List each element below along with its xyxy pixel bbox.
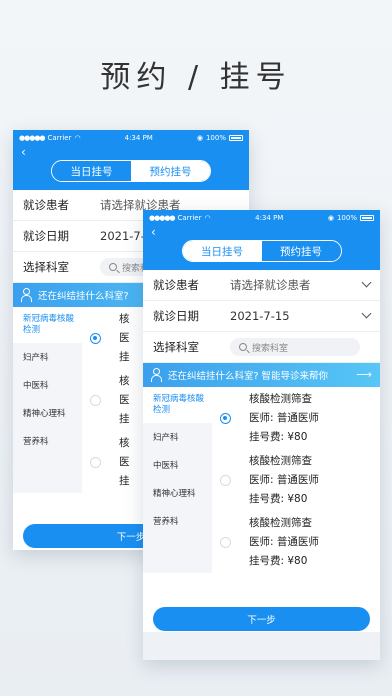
doctor-fee-fragment: 挂 [119, 474, 130, 487]
search-placeholder: 搜索科室 [252, 343, 289, 354]
search-icon [109, 263, 117, 271]
patient-label: 就诊患者 [153, 278, 199, 292]
doctor-title-fragment: 医 [119, 455, 130, 468]
dept-item[interactable]: 妇产科 [13, 343, 82, 371]
date-row[interactable]: 就诊日期 2021-7-15 [143, 301, 380, 332]
bottom-tray [143, 632, 380, 660]
header-bar: ●●●●● Carrier ◠ 4:34 PM ◉ 100% ‹ 当日挂号 预约… [13, 130, 249, 190]
dept-sidebar: 新冠病毒核酸检测 妇产科 中医科 精神心理科 营养科 [143, 387, 212, 573]
dept-item[interactable]: 中医科 [143, 451, 212, 479]
back-icon[interactable]: ‹ [151, 225, 156, 239]
wifi-icon: ◠ [74, 134, 81, 142]
search-icon [239, 343, 247, 351]
arrow-right-icon: ⟶ [356, 368, 372, 381]
doctor-name: 核酸检测筛查 [249, 516, 312, 529]
next-button[interactable]: 下一步 [153, 607, 370, 631]
battery-percent: 100% [205, 134, 226, 142]
radio-unselected-icon[interactable] [220, 474, 231, 486]
status-bar: ●●●●● Carrier ◠ 4:34 PM ◉ 100% [143, 210, 380, 226]
battery-icon [228, 135, 243, 141]
dept-search-input[interactable]: 搜索科室 [230, 338, 360, 356]
doctor-name: 核酸检测筛查 [249, 392, 312, 405]
dept-item[interactable]: 新冠病毒核酸检测 [13, 307, 82, 343]
phone-screenshot-front: ●●●●● Carrier ◠ 4:34 PM ◉ 100% ‹ 当日挂号 预约… [143, 210, 380, 660]
chevron-down-icon [361, 277, 372, 288]
doctor-item[interactable]: 核酸检测筛查 医师: 普通医师 挂号费: ¥80 [220, 511, 380, 573]
header-bar: ●●●●● Carrier ◠ 4:34 PM ◉ 100% ‹ 当日挂号 预约… [143, 210, 380, 270]
radio-unselected-icon[interactable] [90, 456, 101, 468]
doctor-name-fragment: 核 [119, 312, 130, 325]
guide-person-icon [149, 368, 163, 382]
patient-placeholder: 请选择就诊患者 [230, 278, 311, 292]
banner-text: 还在纠结挂什么科室? 智能导诊来帮你 [168, 371, 329, 382]
dept-item[interactable]: 精神心理科 [13, 399, 82, 427]
doctor-item[interactable]: 核酸检测筛查 医师: 普通医师 挂号费: ¥80 [220, 449, 380, 511]
doctor-title: 医师: 普通医师 [249, 411, 319, 424]
doctor-title-fragment: 医 [119, 331, 130, 344]
doctor-title-fragment: 医 [119, 393, 130, 406]
tab-reserve[interactable]: 预约挂号 [131, 161, 210, 181]
dept-label: 选择科室 [23, 260, 69, 274]
status-bar: ●●●●● Carrier ◠ 4:34 PM ◉ 100% [13, 130, 249, 146]
doctor-name: 核酸检测筛查 [249, 454, 312, 467]
dept-item[interactable]: 新冠病毒核酸检测 [143, 387, 212, 423]
page-headline: 预约 / 挂号 [100, 60, 292, 95]
tab-switch: 当日挂号 预约挂号 [51, 160, 211, 182]
dept-row: 选择科室 搜索科室 [143, 332, 380, 363]
dept-item[interactable]: 中医科 [13, 371, 82, 399]
doctor-list: 核酸检测筛查 医师: 普通医师 挂号费: ¥80 核酸检测筛查 医师: 普通医师… [212, 387, 380, 573]
guide-banner[interactable]: 还在纠结挂什么科室? 智能导诊来帮你 ⟶ [143, 363, 380, 387]
doctor-name-fragment: 核 [119, 374, 130, 387]
dept-sidebar: 新冠病毒核酸检测 妇产科 中医科 精神心理科 营养科 [13, 307, 82, 493]
date-label: 就诊日期 [153, 309, 199, 323]
signal-icon: ●●●●● [149, 214, 176, 222]
date-value: 2021-7-15 [230, 309, 290, 323]
doctor-fee: 挂号费: ¥80 [249, 554, 308, 567]
radio-unselected-icon[interactable] [220, 536, 231, 548]
date-label: 就诊日期 [23, 229, 69, 243]
carrier-label: Carrier [47, 134, 72, 142]
radio-unselected-icon[interactable] [90, 394, 101, 406]
dept-label: 选择科室 [153, 340, 199, 354]
carrier-label: Carrier [177, 214, 202, 222]
doctor-name-fragment: 核 [119, 436, 130, 449]
tab-reserve[interactable]: 预约挂号 [261, 241, 341, 261]
radio-selected-icon[interactable] [220, 412, 231, 424]
battery-percent: 100% [336, 214, 357, 222]
dept-item[interactable]: 营养科 [13, 427, 82, 455]
radio-selected-icon[interactable] [90, 332, 101, 344]
lock-rotation-icon: ◉ [327, 214, 334, 222]
tab-today[interactable]: 当日挂号 [182, 241, 262, 261]
dept-item[interactable]: 营养科 [143, 507, 212, 535]
doctor-title: 医师: 普通医师 [249, 473, 319, 486]
dept-item[interactable]: 精神心理科 [143, 479, 212, 507]
doctor-title: 医师: 普通医师 [249, 535, 319, 548]
status-time: 4:34 PM [255, 214, 284, 222]
signal-icon: ●●●●● [19, 134, 46, 142]
guide-person-icon [19, 288, 33, 302]
dept-item[interactable]: 妇产科 [143, 423, 212, 451]
tab-today[interactable]: 当日挂号 [52, 161, 131, 181]
wifi-icon: ◠ [204, 214, 211, 222]
back-icon[interactable]: ‹ [21, 145, 26, 159]
status-time: 4:34 PM [124, 134, 153, 142]
doctor-item[interactable]: 核酸检测筛查 医师: 普通医师 挂号费: ¥80 [220, 387, 380, 449]
doctor-fee: 挂号费: ¥80 [249, 430, 308, 443]
tab-switch: 当日挂号 预约挂号 [181, 240, 342, 262]
chevron-down-icon [361, 308, 372, 319]
patient-label: 就诊患者 [23, 198, 69, 212]
banner-text: 还在纠结挂什么科室? [38, 291, 129, 302]
battery-icon [359, 215, 374, 221]
doctor-fee: 挂号费: ¥80 [249, 492, 308, 505]
lock-rotation-icon: ◉ [196, 134, 203, 142]
patient-row[interactable]: 就诊患者 请选择就诊患者 [143, 270, 380, 301]
doctor-fee-fragment: 挂 [119, 350, 130, 363]
doctor-fee-fragment: 挂 [119, 412, 130, 425]
